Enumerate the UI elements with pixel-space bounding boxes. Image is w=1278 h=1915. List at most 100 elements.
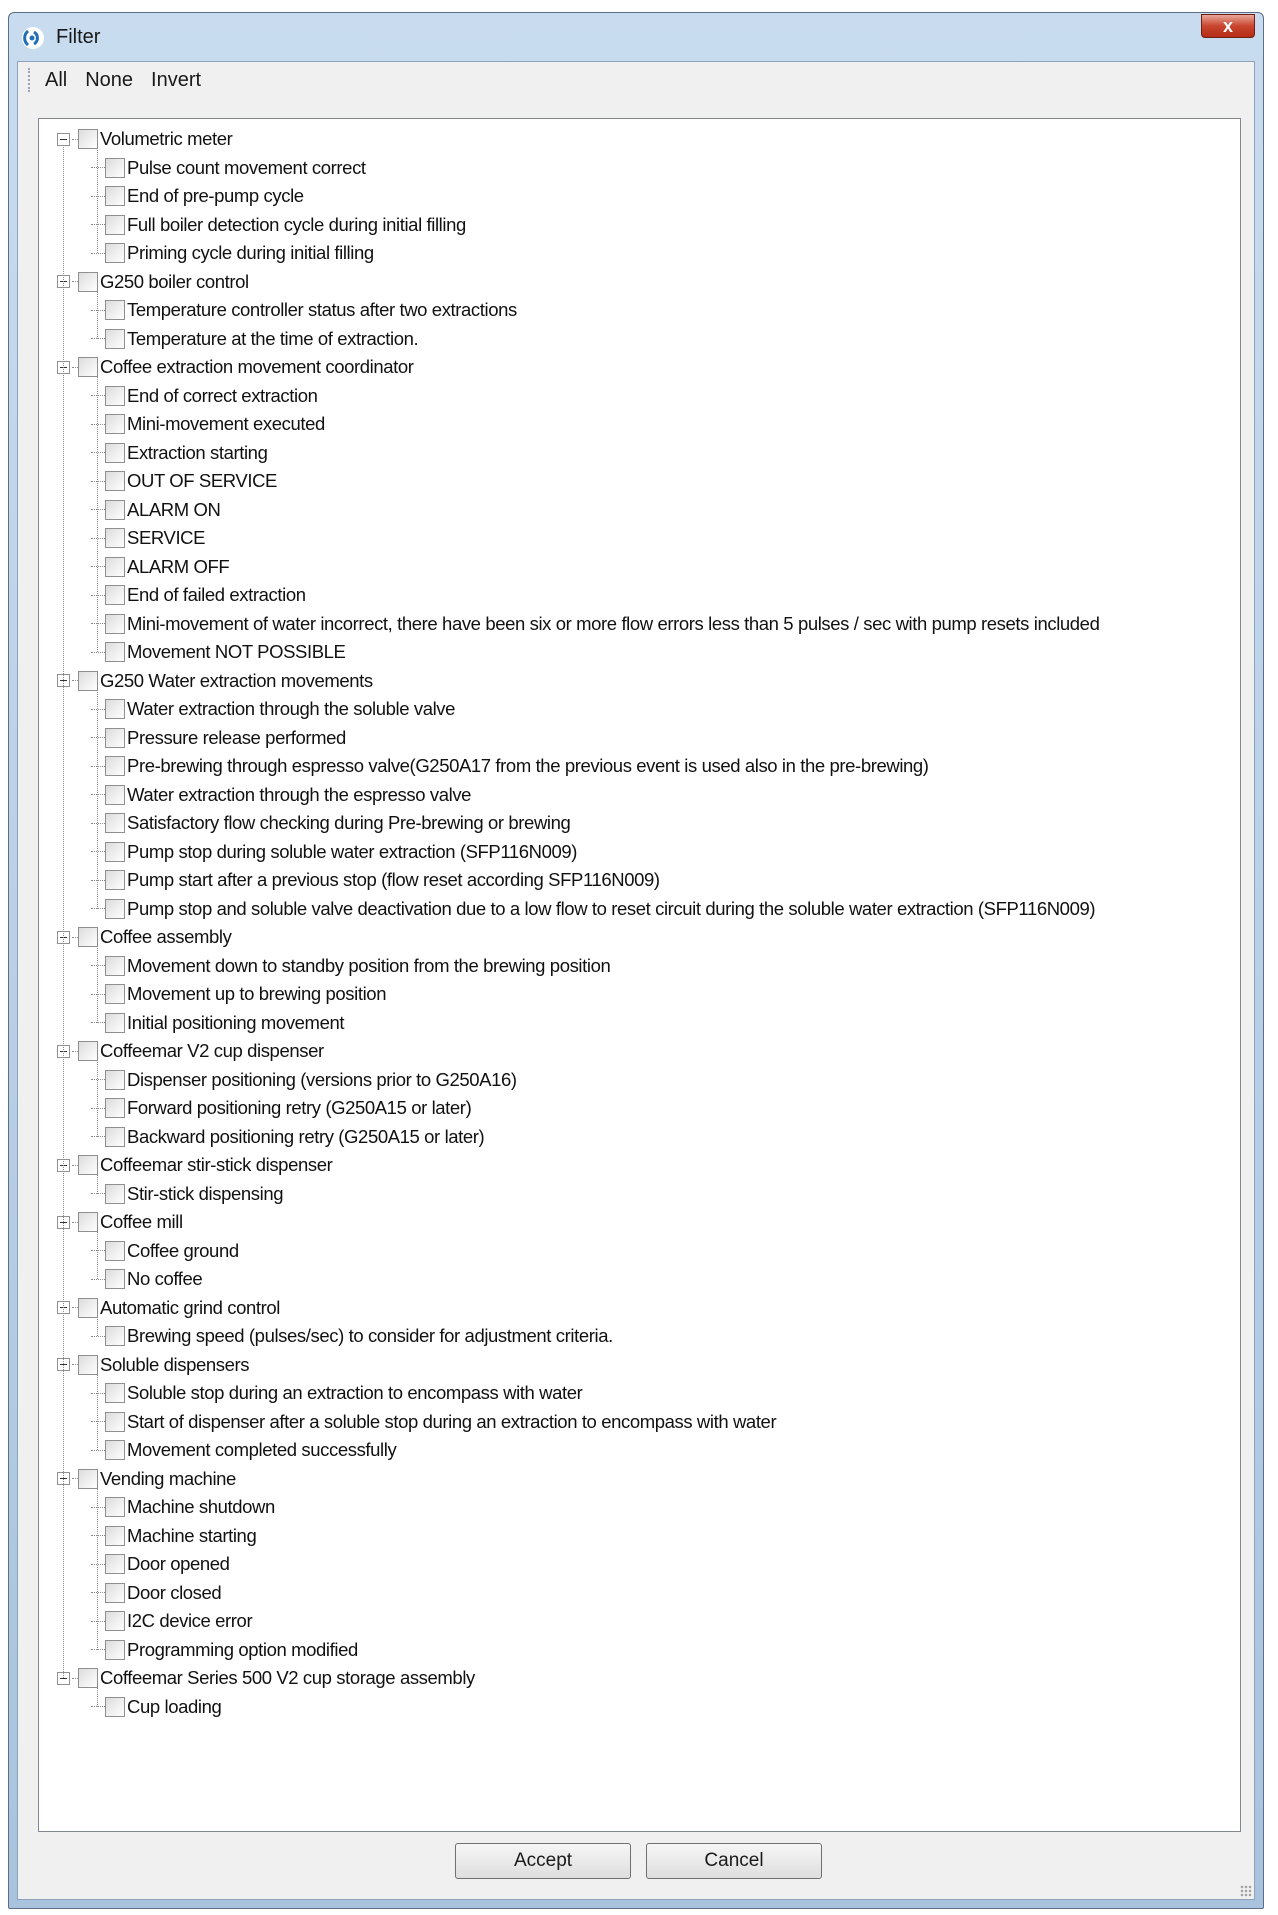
node-checkbox[interactable] [105, 1525, 125, 1546]
accept-button[interactable]: Accept [455, 1843, 631, 1879]
node-checkbox[interactable] [78, 1354, 98, 1375]
node-checkbox[interactable] [105, 471, 125, 492]
node-checkbox[interactable] [105, 699, 125, 720]
node-checkbox[interactable] [78, 1212, 98, 1233]
tree-node-child[interactable]: Brewing speed (pulses/sec) to consider f… [39, 1322, 1240, 1351]
node-checkbox[interactable] [105, 1012, 125, 1033]
node-checkbox[interactable] [105, 414, 125, 435]
tree-node-child[interactable]: Movement down to standby position from t… [39, 952, 1240, 981]
tree-node-parent[interactable]: Coffeemar V2 cup dispenser [39, 1037, 1240, 1066]
node-checkbox[interactable] [105, 1611, 125, 1632]
tree-node-child[interactable]: Soluble stop during an extraction to enc… [39, 1379, 1240, 1408]
tree-node-child[interactable]: Pump stop during soluble water extractio… [39, 838, 1240, 867]
node-checkbox[interactable] [105, 186, 125, 207]
tree-node-child[interactable]: Coffee ground [39, 1237, 1240, 1266]
tree-node-child[interactable]: Dispenser positioning (versions prior to… [39, 1066, 1240, 1095]
tree-node-child[interactable]: ALARM OFF [39, 553, 1240, 582]
tree-node-child[interactable]: Movement NOT POSSIBLE [39, 638, 1240, 667]
node-checkbox[interactable] [78, 670, 98, 691]
tree-node-child[interactable]: Pressure release performed [39, 724, 1240, 753]
select-none-button[interactable]: None [85, 69, 133, 92]
tree-node-parent[interactable]: G250 Water extraction movements [39, 667, 1240, 696]
tree-node-child[interactable]: No coffee [39, 1265, 1240, 1294]
node-checkbox[interactable] [105, 300, 125, 321]
node-checkbox[interactable] [105, 556, 125, 577]
tree-node-parent[interactable]: Coffeemar Series 500 V2 cup storage asse… [39, 1664, 1240, 1693]
tree-node-child[interactable]: ALARM ON [39, 496, 1240, 525]
collapse-icon[interactable] [57, 132, 70, 146]
tree-node-child[interactable]: Full boiler detection cycle during initi… [39, 211, 1240, 240]
tree-node-child[interactable]: Extraction starting [39, 439, 1240, 468]
tree-node-child[interactable]: Start of dispenser after a soluble stop … [39, 1408, 1240, 1437]
tree-node-child[interactable]: Stir-stick dispensing [39, 1180, 1240, 1209]
tree-node-child[interactable]: Temperature at the time of extraction. [39, 325, 1240, 354]
node-checkbox[interactable] [105, 1126, 125, 1147]
node-checkbox[interactable] [78, 1668, 98, 1689]
tree-node-parent[interactable]: Coffee assembly [39, 923, 1240, 952]
tree-node-parent[interactable]: Coffee extraction movement coordinator [39, 353, 1240, 382]
tree-node-parent[interactable]: Volumetric meter [39, 125, 1240, 154]
node-checkbox[interactable] [78, 357, 98, 378]
node-checkbox[interactable] [78, 1297, 98, 1318]
tree-node-child[interactable]: End of pre-pump cycle [39, 182, 1240, 211]
tree-node-parent[interactable]: Soluble dispensers [39, 1351, 1240, 1380]
node-checkbox[interactable] [105, 1269, 125, 1290]
tree-node-parent[interactable]: G250 boiler control [39, 268, 1240, 297]
tree-node-child[interactable]: Machine starting [39, 1522, 1240, 1551]
node-checkbox[interactable] [105, 1069, 125, 1090]
node-checkbox[interactable] [105, 1497, 125, 1518]
tree-node-child[interactable]: SERVICE [39, 524, 1240, 553]
node-checkbox[interactable] [105, 841, 125, 862]
tree-node-child[interactable]: Pump start after a previous stop (flow r… [39, 866, 1240, 895]
node-checkbox[interactable] [105, 1411, 125, 1432]
node-checkbox[interactable] [105, 813, 125, 834]
node-checkbox[interactable] [105, 499, 125, 520]
tree-node-parent[interactable]: Vending machine [39, 1465, 1240, 1494]
tree-node-child[interactable]: Priming cycle during initial filling [39, 239, 1240, 268]
tree-node-child[interactable]: Programming option modified [39, 1636, 1240, 1665]
node-checkbox[interactable] [105, 1440, 125, 1461]
close-button[interactable]: x [1201, 14, 1255, 38]
node-checkbox[interactable] [105, 385, 125, 406]
node-checkbox[interactable] [105, 1098, 125, 1119]
node-checkbox[interactable] [105, 727, 125, 748]
tree-node-child[interactable]: Mini-movement of water incorrect, there … [39, 610, 1240, 639]
node-checkbox[interactable] [105, 157, 125, 178]
node-checkbox[interactable] [78, 1468, 98, 1489]
node-checkbox[interactable] [105, 642, 125, 663]
tree-node-child[interactable]: Temperature controller status after two … [39, 296, 1240, 325]
tree-node-parent[interactable]: Coffeemar stir-stick dispenser [39, 1151, 1240, 1180]
node-checkbox[interactable] [105, 328, 125, 349]
node-checkbox[interactable] [105, 585, 125, 606]
tree-node-child[interactable]: Mini-movement executed [39, 410, 1240, 439]
tree-node-child[interactable]: Initial positioning movement [39, 1009, 1240, 1038]
invert-selection-button[interactable]: Invert [151, 69, 201, 92]
tree-node-child[interactable]: I2C device error [39, 1607, 1240, 1636]
node-checkbox[interactable] [78, 129, 98, 150]
node-checkbox[interactable] [78, 1155, 98, 1176]
tree-node-child[interactable]: Movement completed successfully [39, 1436, 1240, 1465]
cancel-button[interactable]: Cancel [646, 1843, 822, 1879]
tree-node-child[interactable]: Water extraction through the soluble val… [39, 695, 1240, 724]
node-checkbox[interactable] [105, 870, 125, 891]
node-checkbox[interactable] [78, 927, 98, 948]
tree-node-child[interactable]: Pump stop and soluble valve deactivation… [39, 895, 1240, 924]
tree-node-child[interactable]: Cup loading [39, 1693, 1240, 1722]
node-checkbox[interactable] [105, 1554, 125, 1575]
node-checkbox[interactable] [105, 1240, 125, 1261]
title-bar[interactable]: Filter x [9, 13, 1263, 61]
node-checkbox[interactable] [105, 243, 125, 264]
node-checkbox[interactable] [105, 984, 125, 1005]
node-checkbox[interactable] [105, 528, 125, 549]
node-checkbox[interactable] [78, 271, 98, 292]
tree-node-child[interactable]: End of correct extraction [39, 382, 1240, 411]
select-all-button[interactable]: All [45, 69, 67, 92]
toolbar-grip[interactable] [28, 68, 33, 92]
tree-node-child[interactable]: Forward positioning retry (G250A15 or la… [39, 1094, 1240, 1123]
node-checkbox[interactable] [105, 784, 125, 805]
tree-node-child[interactable]: Door opened [39, 1550, 1240, 1579]
filter-tree-view[interactable]: Volumetric meter Pulse count movement cor… [38, 118, 1241, 1832]
node-checkbox[interactable] [105, 613, 125, 634]
tree-node-child[interactable]: Water extraction through the espresso va… [39, 781, 1240, 810]
tree-node-child[interactable]: Satisfactory flow checking during Pre-br… [39, 809, 1240, 838]
